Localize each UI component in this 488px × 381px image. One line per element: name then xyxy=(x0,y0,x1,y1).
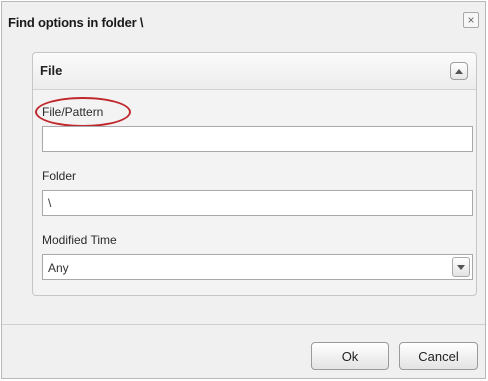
collapse-button[interactable] xyxy=(450,62,468,80)
folder-label: Folder xyxy=(42,169,77,183)
find-options-dialog: Find options in folder \ × File File/Pat… xyxy=(1,1,486,379)
chevron-down-icon xyxy=(457,264,465,270)
highlight-annotation xyxy=(35,97,131,127)
modified-time-label: Modified Time xyxy=(42,233,117,247)
footer-divider xyxy=(2,324,485,325)
close-button[interactable]: × xyxy=(463,12,479,28)
modified-time-value: Any xyxy=(48,261,69,275)
close-icon: × xyxy=(467,13,475,27)
file-panel-header[interactable]: File xyxy=(33,53,476,90)
chevron-up-icon xyxy=(455,68,463,74)
ok-button[interactable]: Ok xyxy=(311,342,389,370)
file-pattern-input[interactable] xyxy=(42,126,473,152)
dialog-titlebar: Find options in folder \ × xyxy=(2,2,485,42)
folder-input[interactable] xyxy=(42,190,473,216)
file-panel: File File/Pattern Folder Modified Time A… xyxy=(32,52,477,296)
cancel-button[interactable]: Cancel xyxy=(399,342,478,370)
dropdown-button[interactable] xyxy=(452,257,470,277)
file-panel-title: File xyxy=(40,63,63,78)
modified-time-select[interactable]: Any xyxy=(42,254,473,280)
dialog-title: Find options in folder \ xyxy=(8,15,144,30)
